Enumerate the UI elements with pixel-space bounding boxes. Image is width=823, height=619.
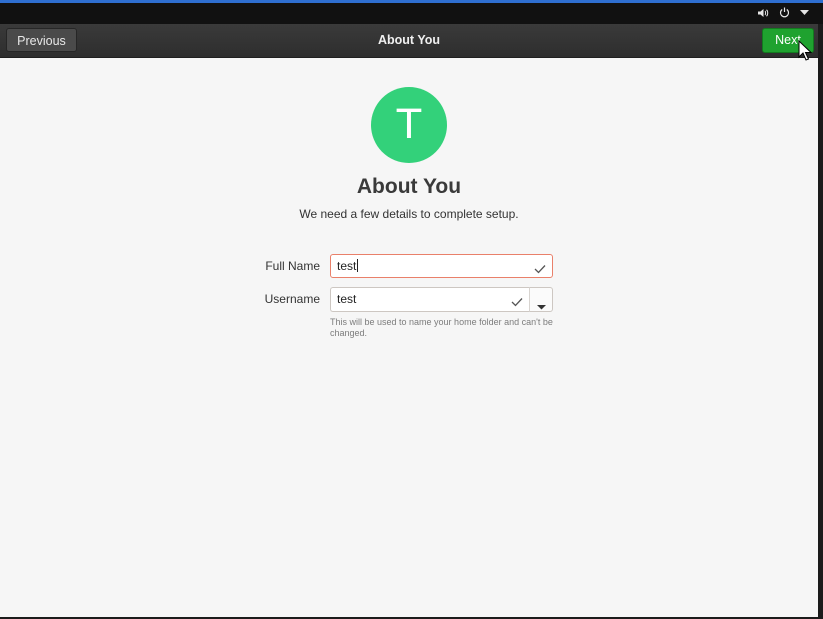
page-heading: About You	[356, 175, 462, 198]
full-name-label: Full Name	[265, 259, 320, 273]
mouse-cursor-icon	[798, 40, 812, 61]
username-hint: This will be used to name your home fold…	[330, 317, 553, 338]
username-value: test	[337, 292, 357, 306]
check-icon	[511, 294, 523, 312]
avatar[interactable]: T	[371, 87, 447, 163]
dropdown-arrow-icon[interactable]	[800, 9, 809, 16]
system-top-bar	[0, 3, 823, 24]
header-bar: Previous About You Next	[0, 24, 818, 58]
username-options-button[interactable]	[529, 287, 553, 312]
full-name-value: test	[337, 259, 359, 273]
setup-window: Previous About You Next T About You We n…	[0, 24, 819, 617]
username-label: Username	[264, 292, 320, 306]
window-title: About You	[377, 33, 441, 47]
page-subtitle: We need a few details to complete setup.	[299, 207, 519, 221]
check-icon	[534, 261, 546, 279]
username-field[interactable]: test	[330, 287, 530, 312]
chevron-down-icon	[537, 297, 546, 315]
system-tray[interactable]	[757, 7, 809, 18]
previous-button[interactable]: Previous	[6, 28, 77, 52]
power-icon[interactable]	[779, 7, 790, 18]
text-caret	[357, 259, 359, 272]
full-name-field[interactable]: test	[330, 254, 553, 278]
volume-icon[interactable]	[757, 8, 769, 18]
